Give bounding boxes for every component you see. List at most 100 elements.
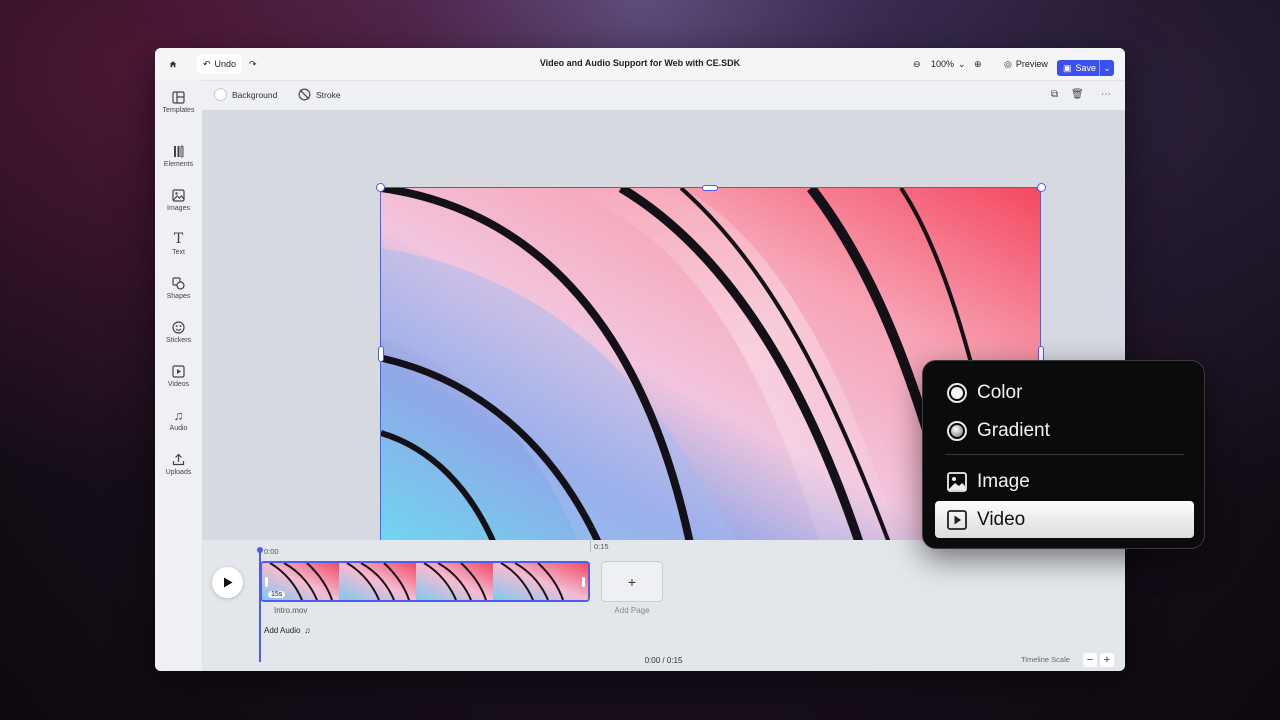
delete-button[interactable]: 🗑 — [1071, 89, 1084, 100]
music-add-icon: ♫ — [304, 626, 311, 635]
timeline-start-time: 0:00 — [264, 547, 279, 556]
sidebar-item-audio[interactable]: ♫ Audio — [155, 400, 202, 440]
save-options-button[interactable]: ⌄ — [1099, 60, 1114, 76]
stroke-button[interactable]: Stroke — [298, 88, 341, 101]
menu-item-label: Video — [977, 508, 1026, 530]
sidebar-item-videos[interactable]: Videos — [155, 356, 202, 396]
zoom-out-icon: ⊖ — [913, 58, 921, 69]
sidebar-item-uploads[interactable]: Uploads — [155, 444, 202, 484]
elements-icon — [172, 144, 186, 158]
sidebar-item-label: Uploads — [165, 469, 192, 476]
sidebar-item-templates[interactable]: Templates — [155, 82, 202, 122]
timeline-scale-label: Timeline Scale — [1021, 655, 1070, 664]
sidebar-item-label: Shapes — [166, 293, 191, 300]
menu-divider — [945, 454, 1184, 455]
video-icon — [947, 509, 967, 530]
music-icon: ♫ — [173, 407, 184, 423]
clip-trim-end[interactable] — [582, 577, 585, 587]
zoom-value: 100% — [931, 59, 955, 69]
menu-item-label: Gradient — [977, 419, 1050, 441]
save-label: Save — [1075, 63, 1097, 73]
background-label: Background — [232, 89, 278, 100]
sidebar-item-elements[interactable]: Elements — [155, 136, 202, 176]
clip-duration: 15s — [268, 591, 286, 598]
sidebar-item-label: Stickers — [166, 337, 191, 344]
stroke-icon — [298, 88, 311, 101]
video-clip[interactable]: 15s — [260, 561, 590, 602]
save-icon: ▣ — [1063, 62, 1072, 73]
sidebar-item-label: Videos — [167, 381, 190, 388]
sidebar-item-shapes[interactable]: Shapes — [155, 268, 202, 308]
duplicate-icon: ⧉ — [1051, 89, 1059, 100]
resize-handle-top-right[interactable] — [1037, 183, 1046, 192]
inspector-bar: Background Stroke ⧉ 🗑 ⋯ — [202, 80, 1125, 110]
sidebar-item-label: Elements — [163, 161, 194, 168]
play-icon — [223, 577, 232, 588]
timeline: 0:00 0:15 15s Intro.mov Add Audio ♫ + Ad… — [202, 540, 1125, 671]
more-icon: ⋯ — [1101, 89, 1111, 100]
playhead[interactable] — [259, 550, 261, 662]
clip-thumbnails — [262, 563, 588, 600]
templates-icon — [172, 90, 186, 104]
preview-button[interactable]: ◎ Preview — [998, 54, 1054, 74]
upload-icon — [172, 452, 186, 466]
zoom-select[interactable]: 100% ⌄ — [925, 54, 972, 74]
sticker-icon — [172, 320, 186, 334]
add-audio-label: Add Audio — [264, 626, 301, 635]
minus-icon: − — [1086, 654, 1094, 666]
shapes-icon — [172, 276, 186, 290]
clip-name: Intro.mov — [274, 606, 308, 615]
resize-handle-top[interactable] — [702, 185, 718, 191]
play-button[interactable] — [212, 567, 243, 598]
background-button[interactable]: Background — [214, 88, 277, 101]
scale-decrease-button[interactable]: − — [1083, 653, 1097, 667]
menu-item-image[interactable]: Image — [935, 463, 1194, 500]
add-page-button[interactable]: + — [601, 561, 663, 602]
menu-item-video[interactable]: Video — [935, 501, 1194, 538]
add-page-label: Add Page — [614, 606, 650, 615]
chevron-down-icon: ⌄ — [958, 58, 966, 69]
fill-type-menu: Color Gradient Image Video — [922, 360, 1205, 549]
playhead-handle[interactable] — [257, 547, 263, 553]
text-icon: T — [173, 231, 184, 247]
plus-icon: + — [1103, 654, 1111, 666]
radio-icon — [947, 420, 967, 441]
background-swatch — [214, 88, 227, 101]
resize-handle-left[interactable] — [378, 346, 384, 362]
sidebar-item-stickers[interactable]: Stickers — [155, 312, 202, 352]
timeline-marker-time: 0:15 — [594, 542, 609, 551]
save-button[interactable]: ▣ Save — [1057, 60, 1103, 76]
image-icon — [172, 188, 186, 202]
menu-item-color[interactable]: Color — [935, 374, 1194, 411]
eye-icon: ◎ — [1004, 58, 1012, 69]
sidebar-item-text[interactable]: T Text — [155, 224, 202, 264]
zoom-out-button[interactable]: ⊖ — [907, 54, 927, 74]
more-button[interactable]: ⋯ — [1101, 89, 1111, 100]
video-icon — [172, 364, 186, 378]
top-bar: ↶ Undo ↷ Video and Audio Support for Web… — [155, 48, 1125, 80]
trash-icon: 🗑 — [1071, 89, 1084, 100]
add-audio-button[interactable]: Add Audio ♫ — [264, 626, 310, 635]
menu-item-gradient[interactable]: Gradient — [935, 412, 1194, 449]
plus-icon: + — [627, 573, 637, 590]
sidebar-item-label: Images — [167, 205, 190, 212]
menu-item-label: Image — [977, 470, 1030, 492]
sidebar-item-label: Templates — [162, 107, 195, 114]
timeline-marker-line — [590, 540, 591, 552]
clip-trim-start[interactable] — [265, 577, 268, 587]
duplicate-button[interactable]: ⧉ — [1051, 89, 1058, 100]
time-readout: 0:00 / 0:15 — [644, 656, 683, 665]
sidebar-item-label: Audio — [169, 425, 188, 432]
sidebar-item-label: Text — [172, 249, 185, 256]
preview-label: Preview — [1015, 59, 1048, 69]
stroke-label: Stroke — [316, 89, 341, 100]
sidebar-item-images[interactable]: Images — [155, 180, 202, 220]
radio-icon — [947, 382, 967, 403]
zoom-in-button[interactable]: ⊕ — [968, 54, 988, 74]
menu-item-label: Color — [977, 381, 1023, 403]
scale-increase-button[interactable]: + — [1100, 653, 1114, 667]
chevron-down-icon: ⌄ — [1103, 62, 1111, 73]
sidebar: Templates Elements Images T Text Shapes … — [155, 80, 202, 671]
zoom-in-icon: ⊕ — [974, 58, 982, 69]
resize-handle-top-left[interactable] — [376, 183, 385, 192]
